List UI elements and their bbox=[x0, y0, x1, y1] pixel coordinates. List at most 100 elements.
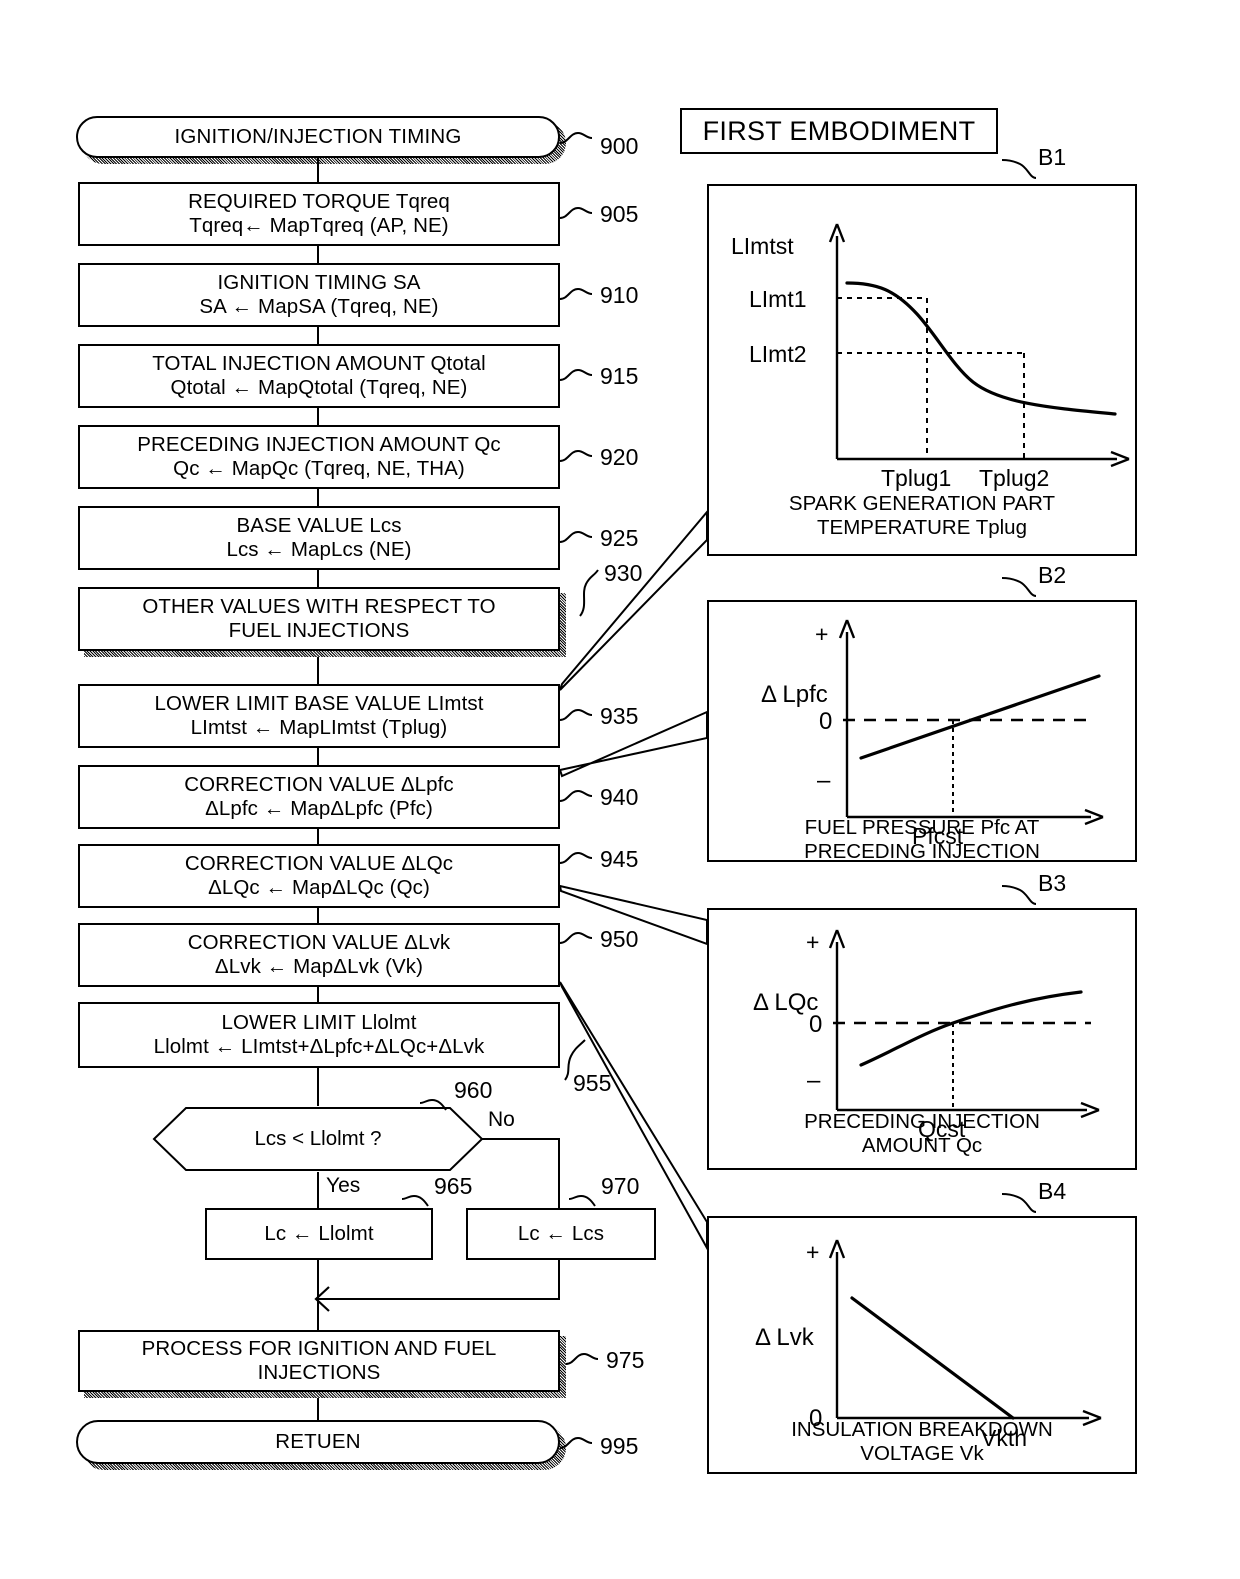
flow-branch-no-label: Lc ← Lcs bbox=[517, 1221, 605, 1245]
chart-B4-plus: + bbox=[806, 1239, 819, 1265]
flow-step-line2: Llolmt ← LImtst+ΔLpfc+ΔLQc+ΔLvk bbox=[153, 1035, 485, 1058]
flow-process-line1: PROCESS FOR IGNITION AND FUEL bbox=[141, 1336, 497, 1360]
ref-number-925: 925 bbox=[600, 525, 639, 551]
flow-step-line2: LImtst ← MapLImtst (Tplug) bbox=[190, 716, 448, 739]
flow-branch-no-box: Lc ← Lcs bbox=[466, 1208, 656, 1260]
flow-step-box: CORRECTION VALUE ΔLvk ΔLvk ← MapΔLvk (Vk… bbox=[78, 923, 560, 987]
flow-step-box: CORRECTION VALUE ΔLQc ΔLQc ← MapΔLQc (Qc… bbox=[78, 844, 560, 908]
panel-label-B2: B2 bbox=[1038, 562, 1067, 588]
chart-B2-xlabel: FUEL PRESSURE Pfc AT PRECEDING INJECTION bbox=[804, 816, 1040, 863]
flow-step-line1: LOWER LIMIT BASE VALUE LImtst bbox=[154, 691, 484, 715]
flow-step-line2: Tqreq← MapTqreq (AP, NE) bbox=[189, 214, 449, 237]
flow-step-box: REQUIRED TORQUE Tqreq Tqreq← MapTqreq (A… bbox=[78, 182, 560, 246]
flow-connector-line bbox=[317, 1172, 319, 1208]
flow-branch-yes-label: Lc ← Llolmt bbox=[264, 1221, 374, 1245]
flow-step-line1: OTHER VALUES WITH RESPECT TO bbox=[142, 594, 496, 618]
ref-leader-935 bbox=[559, 708, 593, 721]
chart-B3-xlabel: PRECEDING INJECTION AMOUNT Qc bbox=[804, 1110, 1040, 1157]
flow-step-box: CORRECTION VALUE ΔLpfc ΔLpfc ← MapΔLpfc … bbox=[78, 765, 560, 829]
flow-step-line2: SA ← MapSA (Tqreq, NE) bbox=[199, 295, 439, 318]
ref-number-970: 970 bbox=[601, 1173, 640, 1199]
flow-process-line2: INJECTIONS bbox=[257, 1361, 381, 1384]
flow-process-box: PROCESS FOR IGNITION AND FUEL INJECTIONS bbox=[78, 1330, 560, 1392]
flow-end-label: RETUEN bbox=[275, 1430, 361, 1453]
chart-panel-B4: + Δ Lvk 0 Vkth INSULATION BREAKDOWN VOLT… bbox=[707, 1216, 1137, 1474]
ref-number-955: 955 bbox=[573, 1070, 612, 1096]
chart-panel-B2: + Δ Lpfc 0 – Pfcst FUEL PRESSURE Pfc AT … bbox=[707, 600, 1137, 863]
flow-connector-line bbox=[482, 1138, 560, 1140]
chart-B3-minus: – bbox=[807, 1067, 821, 1094]
flow-step-line1: CORRECTION VALUE ΔLQc bbox=[184, 851, 454, 875]
ref-number-930: 930 bbox=[604, 560, 643, 586]
flow-step-line1: CORRECTION VALUE ΔLvk bbox=[187, 930, 451, 954]
flow-step-line1: TOTAL INJECTION AMOUNT Qtotal bbox=[152, 351, 486, 375]
ref-leader-945 bbox=[559, 851, 593, 864]
ref-leader-910 bbox=[559, 287, 593, 300]
flow-step-line1: BASE VALUE Lcs bbox=[236, 513, 402, 537]
flow-step-line2: ΔLvk ← MapΔLvk (Vk) bbox=[214, 955, 424, 978]
decision-no-label: No bbox=[488, 1108, 515, 1131]
chart-B4-ylabel: Δ Lvk bbox=[755, 1324, 815, 1351]
flow-connector-line bbox=[317, 657, 319, 684]
chart-B1-ytick-1: LImt1 bbox=[749, 286, 807, 312]
chart-B1-ytick-2: LImt2 bbox=[749, 341, 807, 367]
flow-step-box: PRECEDING INJECTION AMOUNT Qc Qc ← MapQc… bbox=[78, 425, 560, 489]
flow-connector-line bbox=[317, 987, 319, 1002]
embodiment-title-box: FIRST EMBODIMENT bbox=[680, 108, 998, 154]
decision-yes-label: Yes bbox=[326, 1174, 361, 1197]
flow-step-line2: Lcs ← MapLcs (NE) bbox=[226, 538, 412, 561]
ref-leader-920 bbox=[559, 449, 593, 462]
flow-step-box: LOWER LIMIT Llolmt Llolmt ← LImtst+ΔLpfc… bbox=[78, 1002, 560, 1068]
flow-branch-yes-box: Lc ← Llolmt bbox=[205, 1208, 433, 1260]
flow-step-box: IGNITION TIMING SA SA ← MapSA (Tqreq, NE… bbox=[78, 263, 560, 327]
page-title: FIRST EMBODIMENT bbox=[702, 115, 976, 146]
chart-B2-plus: + bbox=[815, 621, 828, 647]
ref-number-965: 965 bbox=[434, 1173, 473, 1199]
flow-step-box: LOWER LIMIT BASE VALUE LImtst LImtst ← M… bbox=[78, 684, 560, 748]
chart-panel-B1: LImtst LImt1 LImt2 Tplug1 Tplug2 SPARK G… bbox=[707, 184, 1137, 556]
flow-step-line2: FUEL INJECTIONS bbox=[228, 619, 410, 642]
flow-step-line2: ΔLQc ← MapΔLQc (Qc) bbox=[208, 876, 430, 899]
flow-step-box: OTHER VALUES WITH RESPECT TO FUEL INJECT… bbox=[78, 587, 560, 651]
flow-start-label: IGNITION/INJECTION TIMING bbox=[174, 125, 462, 148]
ref-number-945: 945 bbox=[600, 846, 639, 872]
flow-connector-line bbox=[317, 829, 319, 844]
ref-leader-930 bbox=[579, 569, 599, 617]
flow-step-line1: PRECEDING INJECTION AMOUNT Qc bbox=[137, 432, 501, 456]
chart-panel-B3: + Δ LQc 0 – Qcst PRECEDING INJECTION AMO… bbox=[707, 908, 1137, 1170]
flow-step-line2: Qc ← MapQc (Tqreq, NE, THA) bbox=[173, 457, 465, 480]
ref-number-935: 935 bbox=[600, 703, 639, 729]
ref-leader-925 bbox=[559, 530, 593, 543]
flow-step-line2: Qtotal ← MapQtotal (Tqreq, NE) bbox=[170, 376, 468, 399]
flow-connector-line bbox=[317, 1298, 319, 1330]
merge-arrowhead-icon bbox=[314, 1286, 330, 1312]
ref-leader-975 bbox=[565, 1352, 599, 1365]
flow-step-line1: REQUIRED TORQUE Tqreq bbox=[188, 189, 450, 213]
chart-B2-ylabel: Δ Lpfc bbox=[761, 681, 828, 708]
ref-leader-915 bbox=[559, 368, 593, 381]
chart-B1-ylabel: LImtst bbox=[731, 233, 794, 259]
flow-connector-line bbox=[317, 1068, 319, 1106]
flow-end-terminal: RETUEN bbox=[76, 1420, 560, 1464]
flow-connector-line bbox=[317, 408, 319, 425]
flow-connector-line bbox=[317, 908, 319, 923]
flow-connector-line bbox=[558, 1138, 560, 1208]
panel-label-B3: B3 bbox=[1038, 870, 1067, 896]
chart-B2-zero: 0 bbox=[819, 708, 832, 735]
chart-B1-xlabel: SPARK GENERATION PART TEMPERATURE Tplug bbox=[788, 492, 1056, 539]
flow-step-line1: CORRECTION VALUE ΔLpfc bbox=[184, 772, 454, 796]
chart-B2-minus: – bbox=[817, 767, 831, 794]
flow-connector-line bbox=[558, 1260, 560, 1300]
flow-connector-line bbox=[317, 246, 319, 263]
chart-B3-plus: + bbox=[806, 929, 819, 955]
flow-connector-line bbox=[317, 1398, 319, 1420]
flow-step-box: BASE VALUE Lcs Lcs ← MapLcs (NE) bbox=[78, 506, 560, 570]
flow-connector-line bbox=[317, 1298, 560, 1300]
flow-step-line1: IGNITION TIMING SA bbox=[217, 270, 421, 294]
flow-connector-line bbox=[317, 489, 319, 506]
ref-number-915: 915 bbox=[600, 363, 639, 389]
ref-number-910: 910 bbox=[600, 282, 639, 308]
flow-connector-line bbox=[317, 158, 319, 182]
chart-B1-xtick-1: Tplug1 bbox=[881, 465, 951, 491]
flow-step-line1: LOWER LIMIT Llolmt bbox=[221, 1010, 417, 1034]
